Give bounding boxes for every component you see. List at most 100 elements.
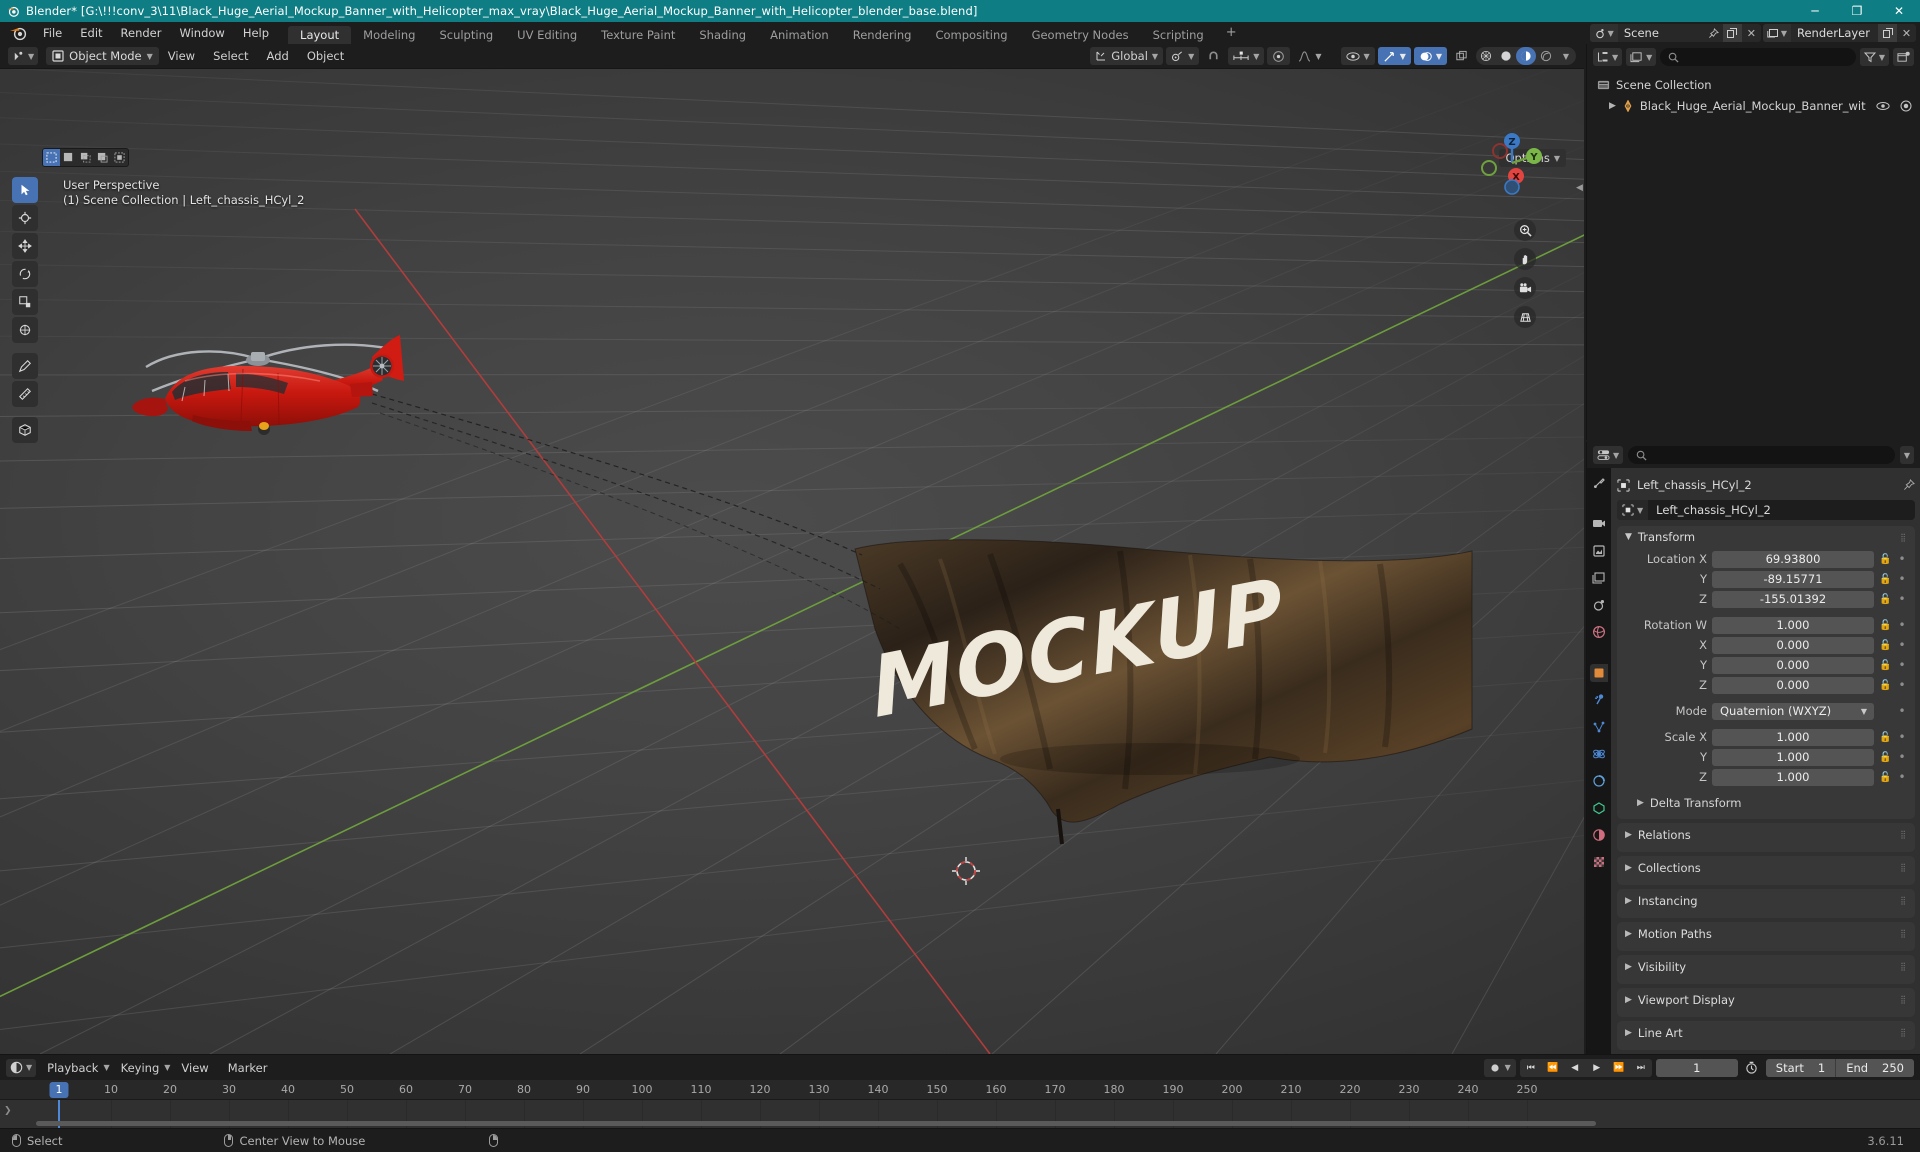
properties-editor-type[interactable]: ▼	[1593, 446, 1624, 464]
camera-view-icon[interactable]	[1514, 277, 1536, 299]
panel-viewport-display[interactable]: ▶ Viewport Display ⣿	[1617, 988, 1915, 1017]
shading-options-chevron[interactable]: ▼	[1556, 47, 1576, 65]
tab-compositing[interactable]: Compositing	[923, 26, 1019, 44]
panel-motion-paths[interactable]: ▶ Motion Paths ⣿	[1617, 922, 1915, 951]
tool-select-box[interactable]	[12, 177, 38, 203]
animate-dot-icon[interactable]: •	[1897, 730, 1907, 744]
end-frame-field[interactable]: End 250	[1835, 1058, 1914, 1077]
snap-pivot-selector[interactable]: ▼	[1166, 47, 1200, 65]
overlays-toggle[interactable]: ▼	[1413, 47, 1447, 65]
tab-constraints[interactable]	[1590, 772, 1608, 790]
viewport-menu-select[interactable]: Select	[204, 45, 257, 67]
tab-render[interactable]	[1590, 515, 1608, 533]
tool-add-cube[interactable]	[12, 417, 38, 443]
tab-tool[interactable]	[1590, 474, 1608, 492]
blender-logo-icon[interactable]	[8, 24, 28, 42]
lock-icon[interactable]: 🔓	[1879, 554, 1892, 565]
snap-to-selector[interactable]: ▼	[1228, 47, 1265, 65]
toggle-perspective-icon[interactable]	[1514, 306, 1536, 328]
visibility-selector[interactable]: ▼	[1340, 47, 1375, 65]
tab-modifiers[interactable]	[1590, 691, 1608, 709]
close-button[interactable]: ✕	[1878, 0, 1920, 22]
panel-instancing[interactable]: ▶ Instancing ⣿	[1617, 889, 1915, 918]
timeline-playhead-label[interactable]: 1	[49, 1082, 69, 1098]
tab-layout[interactable]: Layout	[288, 26, 352, 44]
tab-material[interactable]	[1590, 826, 1608, 844]
tool-annotate[interactable]	[12, 353, 38, 379]
shading-material-preview-button[interactable]	[1516, 47, 1536, 65]
transform-panel-header[interactable]: ▼ Transform ⣿	[1617, 526, 1915, 548]
rotation-mode-dropdown[interactable]: Quaternion (WXYZ) ▼	[1712, 702, 1874, 720]
lock-icon[interactable]: 🔓	[1879, 574, 1892, 585]
animate-dot-icon[interactable]: •	[1897, 572, 1907, 586]
interaction-mode-selector[interactable]: Object Mode ▼	[46, 47, 159, 65]
shading-solid-button[interactable]	[1496, 47, 1516, 65]
viewport-menu-object[interactable]: Object	[298, 45, 353, 67]
panel-relations-header[interactable]: ▶ Relations ⣿	[1617, 823, 1915, 846]
transform-orientation-selector[interactable]: Global ▼	[1090, 47, 1164, 65]
expand-triangle-icon[interactable]: ▶	[1609, 101, 1616, 111]
timeline-menu-keying[interactable]: Keying	[113, 1057, 168, 1079]
location-x-field[interactable]: 69.93800	[1712, 550, 1874, 568]
timeline-editor-type[interactable]: ▼	[6, 1058, 37, 1077]
current-frame-field[interactable]: 1	[1655, 1058, 1738, 1077]
menu-render[interactable]: Render	[112, 22, 171, 44]
menu-window[interactable]: Window	[170, 22, 233, 44]
tab-geometry-nodes[interactable]: Geometry Nodes	[1020, 26, 1141, 44]
menu-edit[interactable]: Edit	[71, 22, 111, 44]
location-y-field[interactable]: -89.15771	[1712, 570, 1874, 588]
use-preview-range-icon[interactable]	[1742, 1061, 1762, 1074]
delta-transform-subpanel[interactable]: ▶ Delta Transform	[1617, 792, 1915, 813]
pin-icon[interactable]	[1903, 479, 1915, 491]
timeline-scrollbar[interactable]	[36, 1121, 1596, 1126]
animate-dot-icon[interactable]: •	[1897, 678, 1907, 692]
next-keyframe-button[interactable]: ⏩	[1608, 1059, 1630, 1077]
timeline-menu-marker[interactable]: Marker	[220, 1057, 276, 1079]
sidebar-collapse-arrow[interactable]: ◀	[1575, 177, 1584, 199]
panel-line-art[interactable]: ▶ Line Art ⣿	[1617, 1021, 1915, 1050]
rotation-y-field[interactable]: 0.000	[1712, 656, 1874, 674]
tab-uv-editing[interactable]: UV Editing	[505, 26, 589, 44]
new-scene-icon[interactable]	[1722, 24, 1742, 42]
jump-to-start-button[interactable]: ⏮	[1520, 1059, 1542, 1077]
gizmo-toggle[interactable]: ▼	[1377, 47, 1411, 65]
panel-collections-header[interactable]: ▶ Collections ⣿	[1617, 856, 1915, 879]
timeline-menu-view[interactable]: View	[173, 1057, 216, 1079]
viewport-canvas[interactable]: MOCKUP User Perspective (1) Scene Collec…	[0, 69, 1584, 1054]
panel-motion-paths-header[interactable]: ▶ Motion Paths ⣿	[1617, 922, 1915, 945]
scene-selector[interactable]: ▼ Scene ✕	[1589, 24, 1761, 42]
panel-relations[interactable]: ▶ Relations ⣿	[1617, 823, 1915, 852]
lock-icon[interactable]: 🔓	[1879, 594, 1892, 605]
pin-scene-icon[interactable]	[1704, 24, 1723, 42]
tab-rendering[interactable]: Rendering	[841, 26, 924, 44]
viewport-menu-view[interactable]: View	[159, 45, 204, 67]
tab-physics[interactable]	[1590, 745, 1608, 763]
play-button[interactable]: ▶	[1586, 1059, 1608, 1077]
falloff-type-selector[interactable]: ▼	[1293, 47, 1326, 65]
tab-object[interactable]	[1590, 664, 1608, 682]
menu-help[interactable]: Help	[234, 22, 278, 44]
tab-object-data[interactable]	[1590, 799, 1608, 817]
tab-texture[interactable]	[1590, 853, 1608, 871]
jump-to-end-button[interactable]: ⏭	[1630, 1059, 1652, 1077]
tab-output[interactable]	[1590, 542, 1608, 560]
tab-texture-paint[interactable]: Texture Paint	[589, 26, 687, 44]
outliner-row-scene-collection[interactable]: Scene Collection	[1587, 74, 1920, 95]
lock-icon[interactable]: 🔓	[1879, 660, 1892, 671]
tool-move[interactable]	[12, 233, 38, 259]
lock-icon[interactable]: 🔓	[1879, 772, 1892, 783]
tool-transform[interactable]	[12, 317, 38, 343]
auto-keying-toggle[interactable]: ▼	[1483, 1058, 1516, 1077]
xray-toggle[interactable]	[1450, 47, 1473, 65]
tab-particles[interactable]	[1590, 718, 1608, 736]
play-reverse-button[interactable]: ◀	[1564, 1059, 1586, 1077]
select-subtract-toggle[interactable]	[77, 149, 94, 166]
animate-dot-icon[interactable]: •	[1897, 750, 1907, 764]
editor-type-selector[interactable]: ▼	[8, 47, 39, 65]
panel-visibility-header[interactable]: ▶ Visibility ⣿	[1617, 955, 1915, 978]
scale-x-field[interactable]: 1.000	[1712, 728, 1874, 746]
tool-measure[interactable]	[12, 381, 38, 407]
tab-sculpting[interactable]: Sculpting	[427, 26, 505, 44]
animate-dot-icon[interactable]: •	[1897, 618, 1907, 632]
panel-visibility[interactable]: ▶ Visibility ⣿	[1617, 955, 1915, 984]
